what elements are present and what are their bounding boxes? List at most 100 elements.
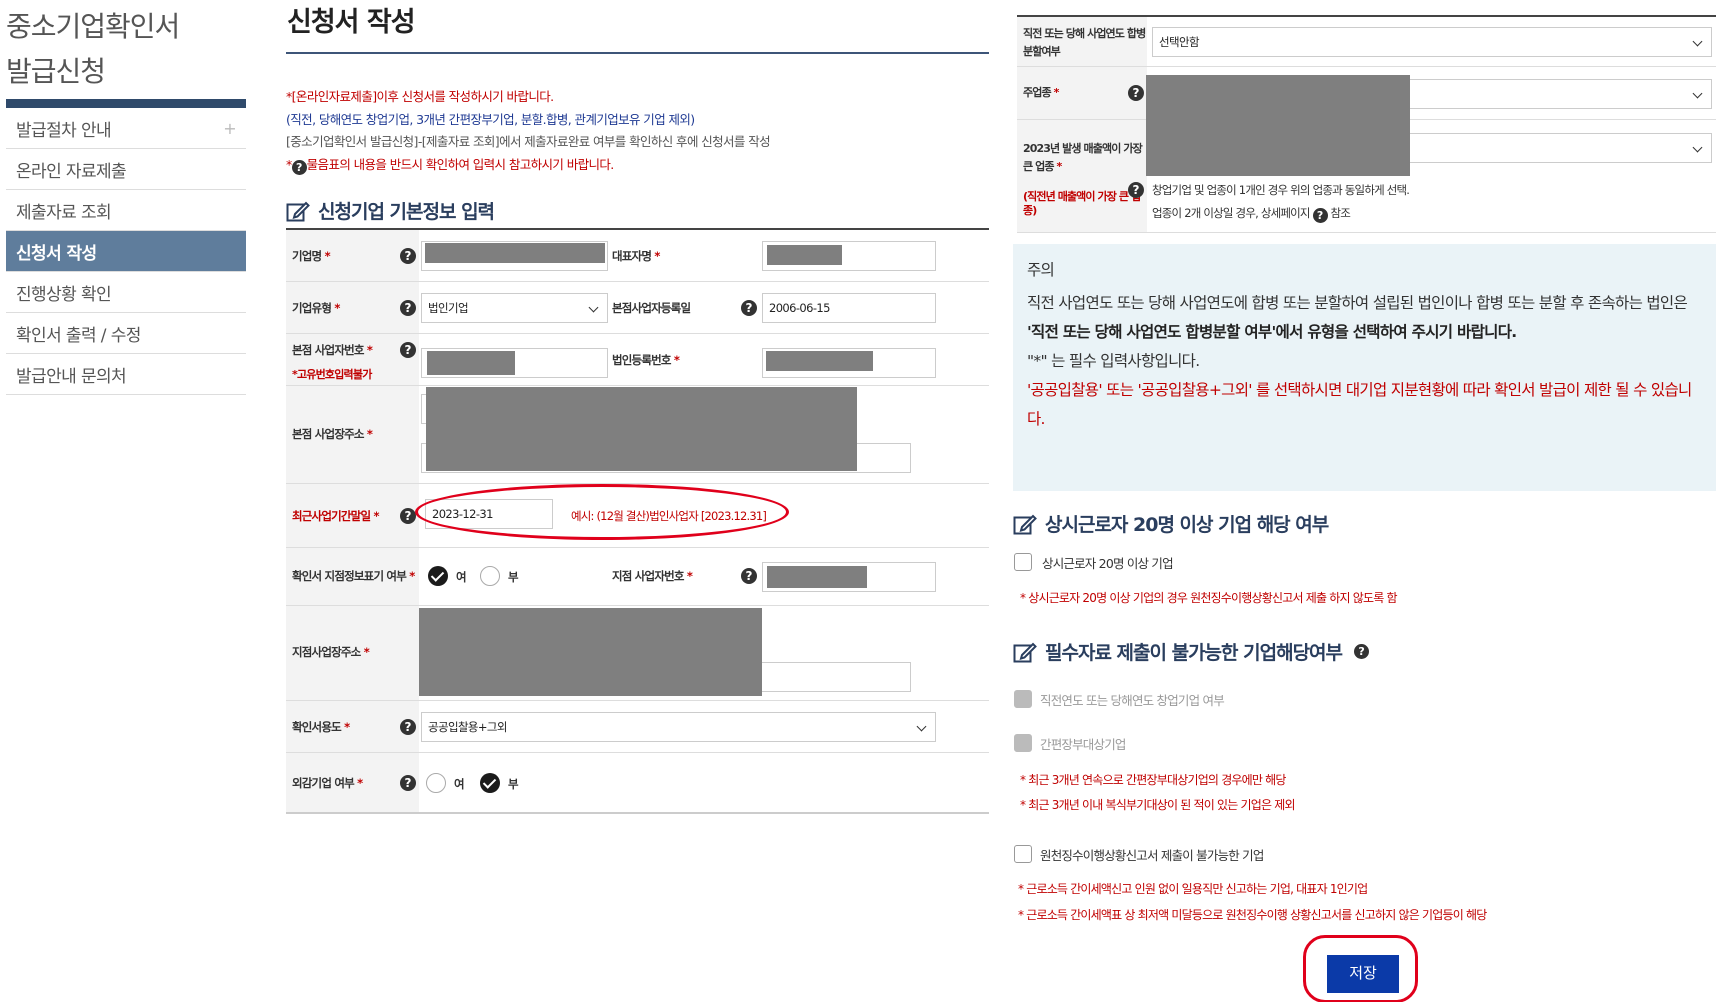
help-icon[interactable]: ? <box>1128 85 1144 101</box>
fiscal-end-label: 최근사업기간말일 * <box>292 508 380 525</box>
required-mark: * <box>324 249 331 263</box>
company-name-label: 기업명 * <box>292 248 331 265</box>
sidebar-item-print-edit[interactable]: 확인서 출력 / 수정 <box>6 313 246 354</box>
sidebar-item-application[interactable]: 신청서 작성 <box>6 231 246 272</box>
required-mark: * <box>673 353 680 367</box>
required-mark: * <box>1056 160 1063 173</box>
branch-bizno-label: 지점 사업자번호 * <box>612 568 693 585</box>
caution-text: "*" 는 필수 입력사항입니다. <box>1027 352 1200 370</box>
branch-display-no-radio[interactable] <box>480 566 500 586</box>
help-icon[interactable]: ? <box>400 719 416 735</box>
branch-display-yes-radio[interactable] <box>428 566 448 586</box>
form-row-merger: 직전 또는 당해 사업연도 합병분할여부 선택안함 <box>1017 17 1716 67</box>
sidebar-item-label: 제출자료 조회 <box>16 202 112 223</box>
redacted-block <box>427 351 515 375</box>
label-text: 2023년 발생 매출액이 가장 큰 업종 <box>1023 142 1143 173</box>
sidebar-item-contact[interactable]: 발급안내 문의처 <box>6 354 246 395</box>
redacted-block <box>1146 75 1410 176</box>
radio-label: 부 <box>508 777 519 791</box>
sidebar-menu: 발급절차 안내 + 온라인 자료제출 제출자료 조회 신청서 작성 진행상황 확… <box>6 108 246 395</box>
note-text: 참조 <box>1330 206 1350 220</box>
industry-note-line: 창업기업 및 업종이 1개인 경우 위의 업종과 동일하게 선택. <box>1152 183 1410 197</box>
required-mark: * <box>366 427 373 441</box>
sidebar-item-procedure[interactable]: 발급절차 안내 + <box>6 108 246 149</box>
sidebar-item-online-submit[interactable]: 온라인 자료제출 <box>6 149 246 190</box>
required-mark: * <box>1053 86 1060 99</box>
section-title-text: 신청기업 기본정보 입력 <box>318 201 495 223</box>
page-title: 신청서 작성 <box>287 7 416 38</box>
caution-text-red: '공공입찰용' 또는 '공공입찰용+그외' 를 선택하시면 대기업 지분현황에 … <box>1027 381 1692 428</box>
withholding-label: 원천징수이행상황신고서 제출이 불가능한 기업 <box>1040 848 1264 863</box>
withholding-checkbox[interactable] <box>1014 845 1032 863</box>
help-icon[interactable]: ? <box>1128 182 1144 198</box>
employees-20-checkbox[interactable] <box>1014 553 1032 571</box>
help-icon[interactable]: ? <box>741 568 757 584</box>
help-icon[interactable]: ? <box>400 248 416 264</box>
caution-text: 직전 사업연도 또는 당해 사업연도에 합병 또는 분할하여 설립된 법인이나 … <box>1027 294 1688 312</box>
required-mark: * <box>654 249 660 263</box>
edit-icon <box>1013 642 1037 662</box>
question-icon: ? <box>291 159 307 175</box>
label-text: 본점 사업장주소 <box>292 427 364 441</box>
help-icon[interactable]: ? <box>400 775 416 791</box>
help-icon[interactable]: ? <box>400 342 416 358</box>
caution-text-bold: '직전 또는 당해 사업연도 합병분할 여부'에서 유형을 선택하여 주시기 바… <box>1027 323 1517 341</box>
question-icon[interactable]: ? <box>1354 644 1370 659</box>
sidebar-item-submitted-search[interactable]: 제출자료 조회 <box>6 190 246 231</box>
form-row-bizno: 본점 사업자번호 * *고유번호입력불가 ? 법인등록번호 * <box>286 334 989 386</box>
help-icon[interactable]: ? <box>400 300 416 316</box>
branch-address-label: 지점사업장주소 * <box>292 644 370 661</box>
simple-ledger-note: * 최근 3개년 연속으로 간편장부대상기업의 경우에만 해당 <box>1020 773 1286 787</box>
sidebar-title-line1: 중소기업확인서 <box>6 10 180 43</box>
sidebar-item-label: 온라인 자료제출 <box>16 161 127 182</box>
label-text: 기업유형 <box>292 301 332 315</box>
note-text: 업종이 2개 이상일 경우, 상세페이지 <box>1152 206 1311 220</box>
section-title-text: 필수자료 제출이 불가능한 기업해당여부 <box>1045 642 1343 664</box>
form-row-hq-address: 본점 사업장주소 * <box>286 386 989 484</box>
label-text: 확인서 지점정보표기 여부 <box>292 569 407 583</box>
startup-checkbox[interactable] <box>1014 690 1032 708</box>
merger-select[interactable]: 선택안함 <box>1152 27 1712 57</box>
required-mark: * <box>363 645 370 659</box>
redacted-block <box>419 608 762 696</box>
withholding-note: * 근로소득 간이세액표 상 최저액 미달등으로 원천징수이행 상황신고서를 신… <box>1018 908 1487 922</box>
form-row-type: 기업유형 * ? 법인기업 본점사업자등록일 ? 2006-06-15 <box>286 282 989 334</box>
simple-ledger-note: * 최근 3개년 이내 복식부기대상이 된 적이 있는 기업은 제외 <box>1020 798 1295 812</box>
sidebar-item-label: 신청서 작성 <box>16 243 97 264</box>
purpose-select[interactable]: 공공입찰용+그외 <box>421 712 936 742</box>
section-title-employees: 상시근로자 20명 이상 기업 해당 여부 <box>1013 510 1329 537</box>
company-type-select[interactable]: 법인기업 <box>421 293 608 323</box>
question-icon[interactable]: ? <box>1312 208 1328 223</box>
simple-ledger-checkbox[interactable] <box>1014 734 1032 752</box>
notice-line: [중소기업확인서 발급신청]-[제출자료 조회]에서 제출자료완료 여부를 확인… <box>286 134 771 149</box>
label-text: 주업종 <box>1023 86 1052 99</box>
ceo-name-label: 대표자명 * <box>612 248 660 265</box>
help-icon[interactable]: ? <box>400 508 416 524</box>
sidebar-item-label: 확인서 출력 / 수정 <box>16 325 141 346</box>
required-mark: * <box>373 509 379 523</box>
form-row-branch-address: 지점사업장주소 * <box>286 606 989 701</box>
edit-icon <box>1013 514 1037 534</box>
foreign-audit-no-radio[interactable] <box>480 773 500 793</box>
corp-regno-label: 법인등록번호 * <box>612 352 680 369</box>
foreign-audit-yes-radio[interactable] <box>426 773 446 793</box>
purpose-label: 확인서용도 * <box>292 719 350 736</box>
highlight-rect <box>1303 935 1418 1002</box>
simple-ledger-label: 간편장부대상기업 <box>1040 737 1126 752</box>
hq-address-label: 본점 사업장주소 * <box>292 426 373 443</box>
label-text: 기업명 <box>292 249 322 263</box>
sidebar-item-label: 발급절차 안내 <box>16 120 112 141</box>
hq-reg-date-input[interactable]: 2006-06-15 <box>762 293 936 323</box>
sidebar-item-label: 발급안내 문의처 <box>16 366 127 387</box>
employees-20-label: 상시근로자 20명 이상 기업 <box>1042 556 1174 571</box>
plus-icon: + <box>223 118 236 138</box>
help-icon[interactable]: ? <box>741 300 757 316</box>
redacted-block <box>767 245 842 265</box>
redacted-block <box>767 566 867 588</box>
sidebar-item-progress[interactable]: 진행상황 확인 <box>6 272 246 313</box>
required-mark: * <box>366 343 373 357</box>
company-type-label: 기업유형 * <box>292 300 340 317</box>
section-title-basic-info: 신청기업 기본정보 입력 <box>286 197 495 224</box>
prev-sales-label: (직전년 매출액이 가장 큰 업종) <box>1023 190 1141 217</box>
label-text: 대표자명 <box>612 249 652 263</box>
